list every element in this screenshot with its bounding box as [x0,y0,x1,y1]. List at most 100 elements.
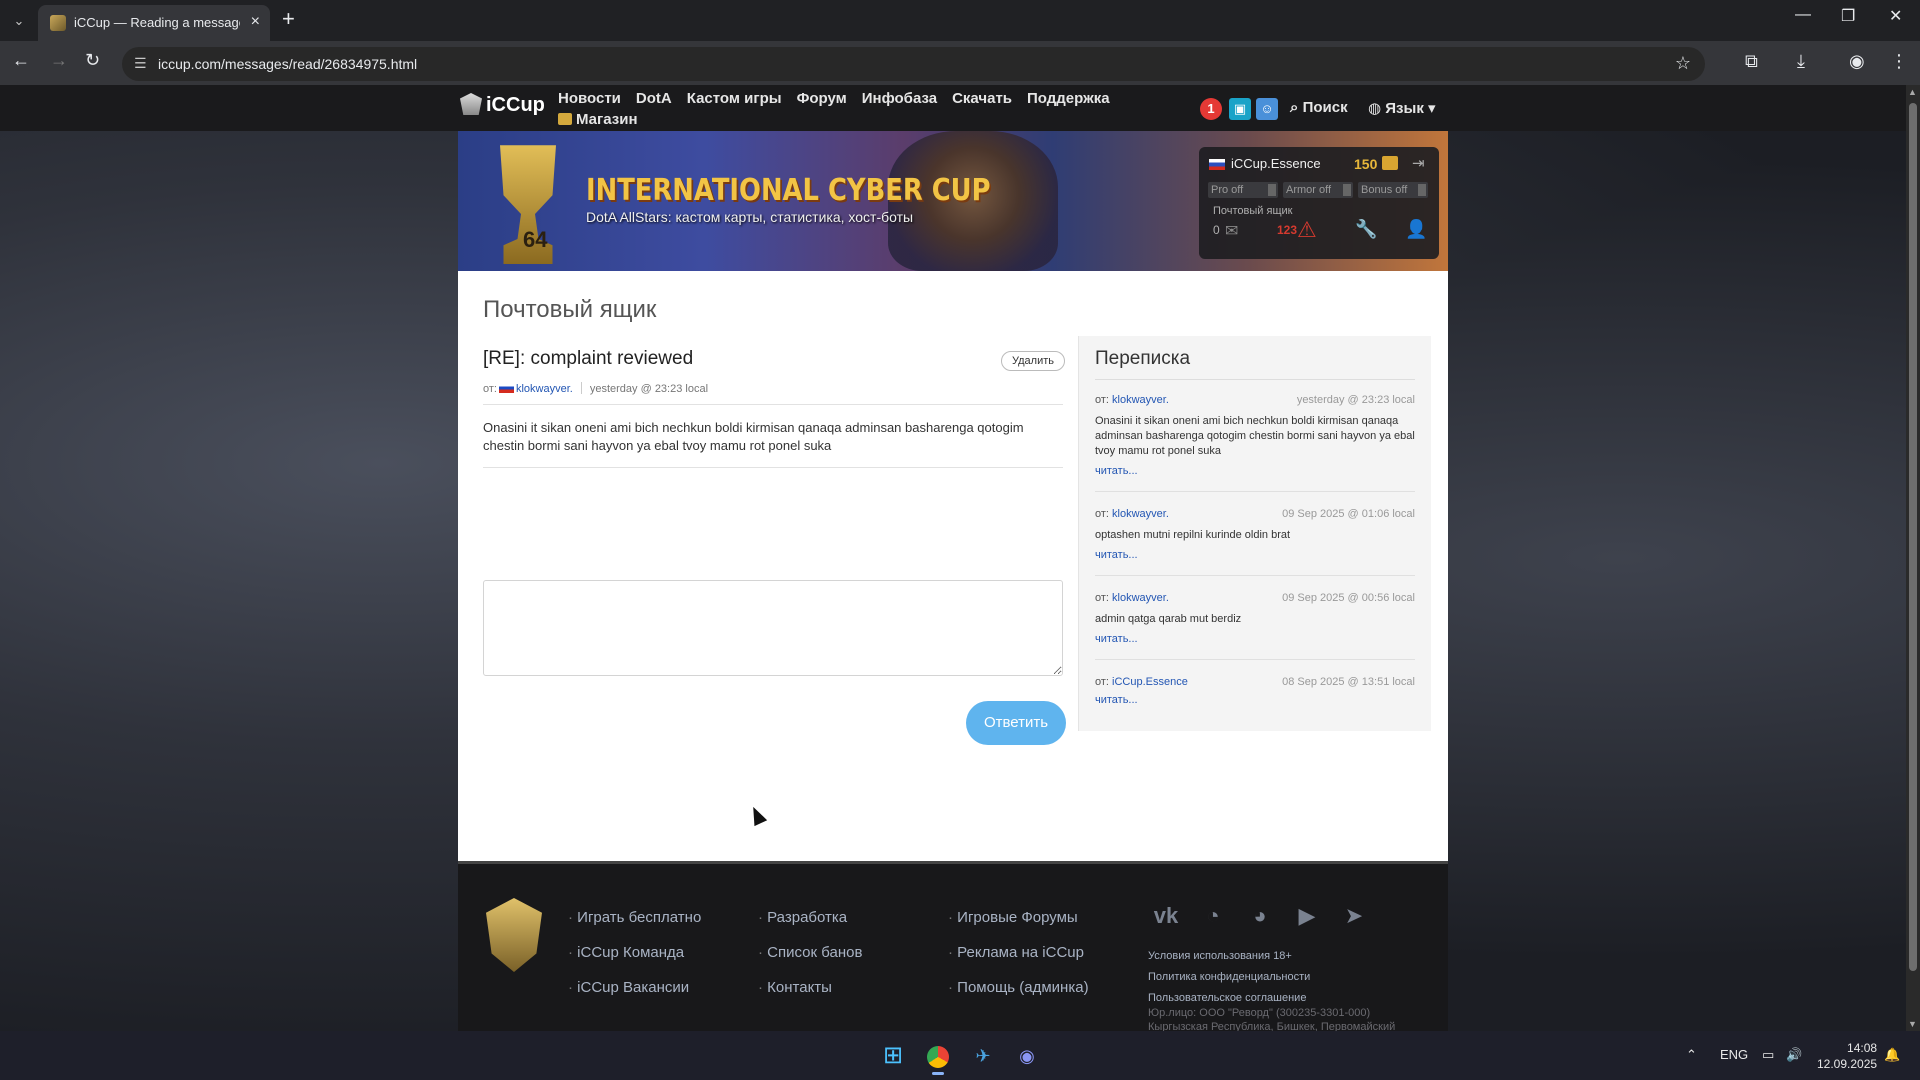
back-button[interactable]: ← [12,50,30,71]
footer-link[interactable]: Контакты [758,970,862,1005]
tray-chevron-icon[interactable]: ⌃ [1686,1047,1697,1063]
youtube-icon[interactable]: ▶ [1289,898,1325,934]
scroll-down-arrow[interactable]: ▼ [1908,1019,1917,1029]
logout-icon[interactable]: ⇥ [1412,154,1425,172]
divider [1095,575,1415,576]
scroll-up-arrow[interactable]: ▲ [1908,87,1917,97]
url-text: iccup.com/messages/read/26834975.html [158,56,418,72]
footer-link[interactable]: Играть бесплатно [568,900,701,935]
armor-toggle[interactable]: Armor off [1283,182,1353,198]
notification-badge[interactable]: 1 [1200,98,1222,120]
privacy-link[interactable]: Политика конфиденциальности [1148,967,1310,988]
minimize-button[interactable]: — [1795,6,1811,24]
discord-icon[interactable]: ◔ [1195,898,1231,934]
downloads-icon[interactable]: ⤓ [1797,51,1805,72]
pro-toggle[interactable]: Pro off [1208,182,1278,198]
footer-logo-icon [486,898,542,972]
correspondence-item: от: klokwayver. 09 Sep 2025 @ 00:56 loca… [1095,592,1415,660]
menu-icon[interactable]: ⋮ [1890,51,1908,72]
notifications-icon[interactable]: 🔔 [1884,1047,1900,1063]
site-logo[interactable]: iCCup [460,93,545,117]
mail-count: 0 [1213,223,1220,237]
bonus-toggle[interactable]: Bonus off [1358,182,1428,198]
vk-icon[interactable]: vk [1148,898,1184,934]
corr-read-link[interactable]: читать... [1095,694,1415,706]
user-profile-icon[interactable]: ☺ [1256,98,1278,120]
telegram-taskbar-icon[interactable]: ✈ [966,1039,1000,1073]
nav-dota[interactable]: DotA [636,89,672,108]
mail-envelope-icon[interactable]: ✉ [1225,221,1238,241]
nav-download[interactable]: Скачать [952,89,1012,108]
network-icon[interactable]: ▭ [1762,1047,1774,1063]
footer-link[interactable]: Разработка [758,900,862,935]
telegram-icon[interactable]: ➤ [1336,898,1372,934]
page-scrollbar[interactable]: ▲ ▼ [1906,85,1920,1031]
scrollbar-thumb[interactable] [1909,103,1917,971]
discord-taskbar-icon[interactable]: ◉ [1010,1039,1044,1073]
site-info-icon[interactable]: ☰ [134,55,147,72]
footer-link[interactable]: Реклама на iCCup [948,935,1089,970]
corr-sender-link[interactable]: klokwayver. [1112,508,1169,520]
user-panel: iCCup.Essence 150 ⇥ Pro off Armor off Bo… [1199,147,1439,259]
delete-button[interactable]: Удалить [1001,351,1065,371]
from-prefix: от: [1095,592,1109,604]
twitch-icon[interactable]: ▣ [1229,98,1251,120]
search-link[interactable]: ⌕ Поиск [1290,99,1348,116]
discord-settings-icon[interactable]: ◕ [1242,898,1278,934]
corr-sender-link[interactable]: iCCup.Essence [1112,676,1188,688]
active-tab[interactable]: iCCup — Reading a message fr × [38,5,270,41]
bookmark-star-icon[interactable]: ☆ [1675,53,1691,74]
divider [1095,491,1415,492]
sender-link[interactable]: klokwayver. [516,383,573,395]
clock[interactable]: 14:08 12.09.2025 [1817,1040,1877,1072]
address-bar[interactable]: ☰ iccup.com/messages/read/26834975.html … [122,47,1705,81]
warning-count: 123 [1277,223,1298,237]
maximize-button[interactable]: ❐ [1841,6,1855,26]
corr-read-link[interactable]: читать... [1095,633,1415,645]
start-menu-icon[interactable]: ⊞ [876,1039,910,1073]
footer-column-3: Игровые Форумы Реклама на iCCup Помощь (… [948,900,1089,1005]
forward-button[interactable]: → [50,50,68,71]
clock-time: 14:08 [1847,1041,1878,1055]
chrome-taskbar-icon[interactable] [921,1039,955,1075]
nav-custom-games[interactable]: Кастом игры [687,89,782,108]
reply-textarea[interactable] [483,580,1063,676]
corr-date: 08 Sep 2025 @ 13:51 local [1282,676,1415,688]
message-subject: [RE]: complaint reviewed [483,348,694,369]
corr-read-link[interactable]: читать... [1095,549,1415,561]
volume-icon[interactable]: 🔊 [1786,1047,1802,1063]
divider [1095,659,1415,660]
input-language[interactable]: ENG [1720,1047,1748,1062]
nav-forum[interactable]: Форум [797,89,847,108]
nav-news[interactable]: Новости [558,89,621,108]
extensions-icon[interactable]: ⧉ [1745,51,1758,72]
profile-icon[interactable]: ◉ [1849,51,1865,72]
tab-search-button[interactable]: ⌄ [6,8,32,34]
reload-button[interactable]: ↻ [85,50,100,71]
footer-link[interactable]: iCCup Вакансии [568,970,701,1005]
nav-infobase[interactable]: Инфобаза [862,89,937,108]
divider [483,467,1063,468]
language-selector[interactable]: ◍ Язык ▾ [1368,99,1436,117]
footer-link[interactable]: iCCup Команда [568,935,701,970]
corr-sender-link[interactable]: klokwayver. [1112,592,1169,604]
nav-support[interactable]: Поддержка [1027,89,1110,108]
corr-date: yesterday @ 23:23 local [1296,394,1415,406]
corr-sender-link[interactable]: klokwayver. [1112,394,1169,406]
footer-link[interactable]: Игровые Форумы [948,900,1089,935]
footer-link[interactable]: Список банов [758,935,862,970]
close-tab-icon[interactable]: × [251,13,260,31]
user-name[interactable]: iCCup.Essence [1231,156,1321,171]
terms-link[interactable]: Условия использования 18+ [1148,946,1310,967]
new-tab-button[interactable]: + [282,6,295,32]
corr-date: 09 Sep 2025 @ 01:06 local [1282,508,1415,520]
settings-wrench-icon[interactable]: 🔧 [1355,219,1377,240]
friends-icon[interactable]: 👤 [1405,219,1427,240]
close-window-button[interactable]: ✕ [1889,6,1902,26]
reply-button[interactable]: Ответить [966,701,1066,745]
correspondence-title: Переписка [1095,348,1191,369]
warning-icon[interactable]: ⚠ [1297,217,1317,243]
corr-read-link[interactable]: читать... [1095,465,1415,477]
nav-shop[interactable]: Магазин [558,110,638,129]
footer-link[interactable]: Помощь (админка) [948,970,1088,1005]
